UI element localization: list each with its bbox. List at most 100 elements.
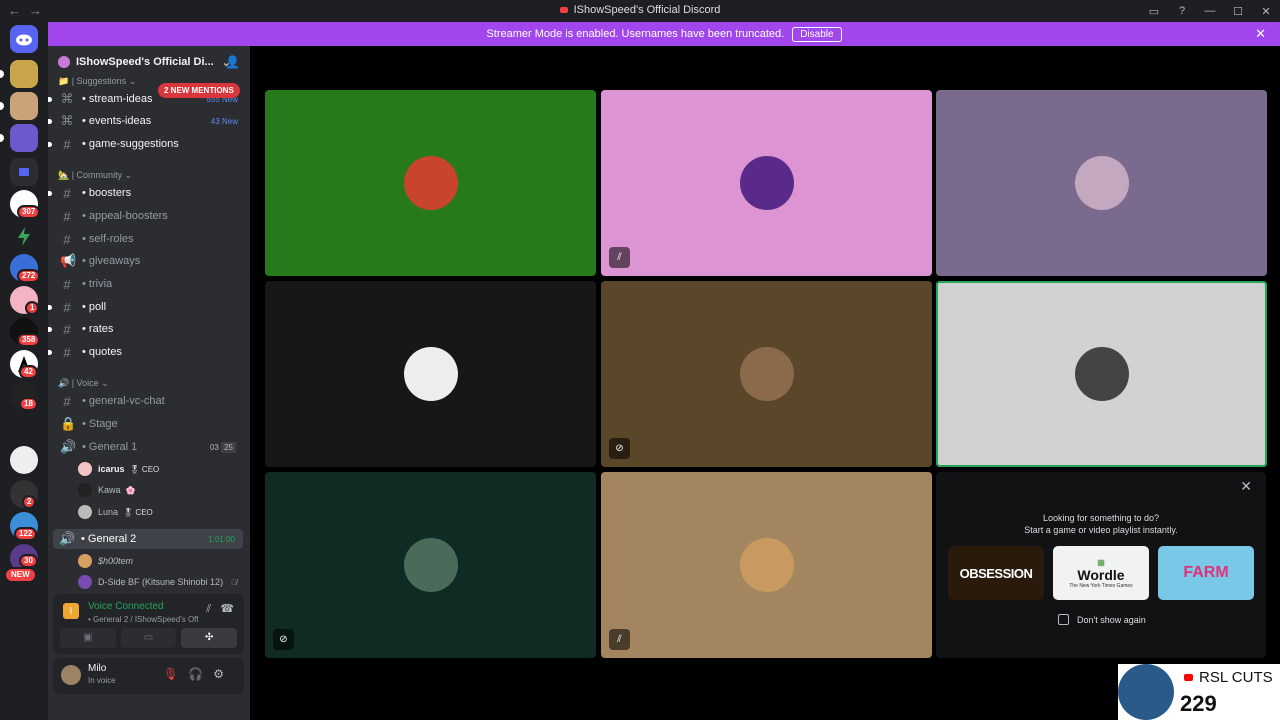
hash-icon: # — [63, 299, 71, 315]
dont-show-again-checkbox[interactable]: Don't show again — [1058, 614, 1146, 625]
game-farm[interactable]: FARM — [1158, 546, 1254, 600]
voice-user[interactable]: Luna 🎖 CEO — [78, 503, 153, 521]
voice-user[interactable]: D-Side BF (Kitsune Shinobi 12) 🎙̸ — [78, 573, 237, 591]
wordle-grid-icon: ▦ — [1097, 557, 1105, 567]
close-icon[interactable]: ✕ — [1255, 26, 1266, 42]
category-voice[interactable]: 🔊 | Voice ⌄ — [58, 378, 109, 389]
disconnect-icon[interactable]: ☎ — [220, 603, 234, 615]
channel-trivia[interactable]: # • trivia — [54, 274, 244, 294]
voice-user[interactable]: $h00tem — [78, 552, 133, 570]
muted-icon: ⫽ — [609, 629, 630, 650]
channel-boosters[interactable]: # • boosters — [48, 183, 244, 203]
channel-sidebar: IShowSpeed's Official Di... ⌄ 👤 📁 | Sugg… — [48, 46, 250, 720]
activity-prompt-subtitle: Start a game or video playlist instantly… — [1024, 525, 1178, 535]
server-header[interactable]: IShowSpeed's Official Di... ⌄ 👤 — [48, 46, 250, 78]
channel-rates[interactable]: # • rates — [48, 319, 244, 339]
avatar — [78, 483, 92, 497]
activities-button[interactable]: ✣ — [181, 628, 238, 648]
signal-icon[interactable]: ⌇ — [63, 603, 79, 619]
channel-self-roles[interactable]: # • self-roles — [54, 229, 244, 249]
screen-share-button[interactable]: ▭ — [120, 628, 177, 648]
server-name: IShowSpeed's Official Di... — [76, 56, 214, 68]
participant-tile[interactable]: ⊘ — [601, 281, 932, 467]
voice-actions: ⫽ ☎ — [206, 602, 234, 616]
avatar[interactable] — [61, 665, 81, 685]
close-icon[interactable]: ✕ — [1252, 0, 1280, 22]
server-icon[interactable] — [10, 124, 38, 152]
mention-badge: 272 — [17, 269, 41, 283]
new-badge: NEW — [4, 567, 37, 583]
channel-general-1[interactable]: 🔊 • General 1 03 25 — [54, 437, 244, 457]
participant-tile[interactable]: ⊘ — [265, 472, 596, 658]
category-suggestions[interactable]: 📁 | Suggestions ⌄ — [58, 76, 136, 87]
inbox-icon[interactable]: ▭ — [1140, 0, 1168, 22]
mic-muted-icon[interactable]: 🎙 — [163, 667, 188, 681]
hash-icon: # — [63, 231, 71, 247]
voice-connection-panel: ⌇ Voice Connected • General 2 / IShowSpe… — [53, 594, 244, 654]
channel-events-ideas[interactable]: ⌘ • events-ideas 43 New — [48, 111, 244, 131]
noise-suppression-icon[interactable]: ⫽ — [206, 603, 211, 615]
category-community[interactable]: 🏡 | Community ⌄ — [58, 170, 132, 181]
participant-tile[interactable] — [936, 281, 1267, 467]
participant-tile[interactable]: ⫽ — [601, 472, 932, 658]
deafened-icon: ⊘ — [609, 438, 630, 459]
channel-general-vc-chat[interactable]: # • general-vc-chat — [54, 391, 244, 411]
speaker-icon: 🔊 — [60, 439, 77, 454]
channel-general-2[interactable]: 🔊 • General 2 1:01:00 — [53, 529, 243, 549]
maximize-icon[interactable]: ☐ — [1224, 0, 1252, 22]
role-tag: 🎖 CEO — [129, 464, 160, 474]
mention-badge: 1 — [25, 301, 40, 315]
user-limit-count: 03 25 — [210, 441, 236, 453]
avatar — [740, 156, 794, 210]
help-icon[interactable]: ? — [1168, 0, 1196, 22]
banner-text: Streamer Mode is enabled. Usernames have… — [486, 28, 785, 40]
server-icon[interactable] — [10, 446, 38, 474]
voice-user[interactable]: icarus 🎖 CEO — [78, 460, 159, 478]
voice-user[interactable]: Kawa 🌸 — [78, 481, 135, 499]
game-obsession[interactable]: OBSESSION — [948, 546, 1044, 600]
youtube-icon — [1184, 674, 1193, 681]
channel-appeal-boosters[interactable]: # • appeal-boosters — [54, 206, 244, 226]
new-mentions-pill[interactable]: 2 NEW MENTIONS — [158, 83, 240, 98]
participant-tile[interactable] — [265, 90, 596, 276]
invite-icon[interactable]: 👤 — [225, 55, 240, 69]
hash-icon: # — [63, 321, 71, 337]
server-icon[interactable] — [10, 222, 38, 250]
avatar — [404, 538, 458, 592]
channel-name: RSL CUTS — [1184, 669, 1273, 686]
participant-tile[interactable] — [936, 90, 1267, 276]
username[interactable]: Milo — [88, 663, 106, 674]
participant-tile[interactable]: ⫽ — [601, 90, 932, 276]
lock-icon: 🔒 — [60, 416, 77, 431]
hash-icon: # — [63, 393, 71, 409]
server-icon[interactable] — [10, 92, 38, 120]
hash-icon: # — [63, 344, 71, 360]
channel-giveaways[interactable]: 📢 • giveaways — [54, 251, 244, 271]
disable-streamer-mode-button[interactable]: Disable — [792, 26, 842, 42]
gear-icon[interactable]: ⚙ — [213, 667, 234, 681]
emoji-tag: 🌸 — [125, 485, 136, 495]
close-icon[interactable]: ✕ — [1240, 478, 1252, 495]
discord-home-icon[interactable] — [10, 25, 38, 53]
game-wordle[interactable]: ▦ Wordle The New York Times Games — [1053, 546, 1149, 600]
minimize-icon[interactable]: — — [1196, 0, 1224, 22]
channel-quotes[interactable]: # • quotes — [48, 342, 244, 362]
voice-location[interactable]: • General 2 / IShowSpeed's Official Dis.… — [88, 615, 198, 624]
channel-poll[interactable]: # • poll — [48, 297, 244, 317]
server-folder-icon[interactable] — [10, 158, 38, 186]
server-rail: 307 272 1 358 42 18 2 122 30 NEW — [0, 22, 48, 720]
checkbox-icon[interactable] — [1058, 614, 1069, 625]
channel-game-suggestions[interactable]: # • game-suggestions — [48, 134, 244, 154]
avatar — [740, 347, 794, 401]
camera-button[interactable]: ▣ — [60, 628, 116, 648]
channel-stage[interactable]: 🔒 • Stage — [54, 414, 244, 434]
server-icon[interactable] — [10, 60, 38, 88]
participant-tile[interactable] — [265, 281, 596, 467]
activity-prompt-title: Looking for something to do? — [1042, 513, 1160, 523]
megaphone-icon: 📢 — [60, 253, 77, 268]
voice-category-icon: 🔊 — [58, 378, 72, 388]
mention-badge: 2 — [22, 495, 37, 509]
headphones-icon[interactable]: 🎧 — [188, 667, 213, 681]
voice-connected-label[interactable]: Voice Connected — [88, 601, 164, 612]
subscriber-count: 229 — [1180, 691, 1217, 716]
